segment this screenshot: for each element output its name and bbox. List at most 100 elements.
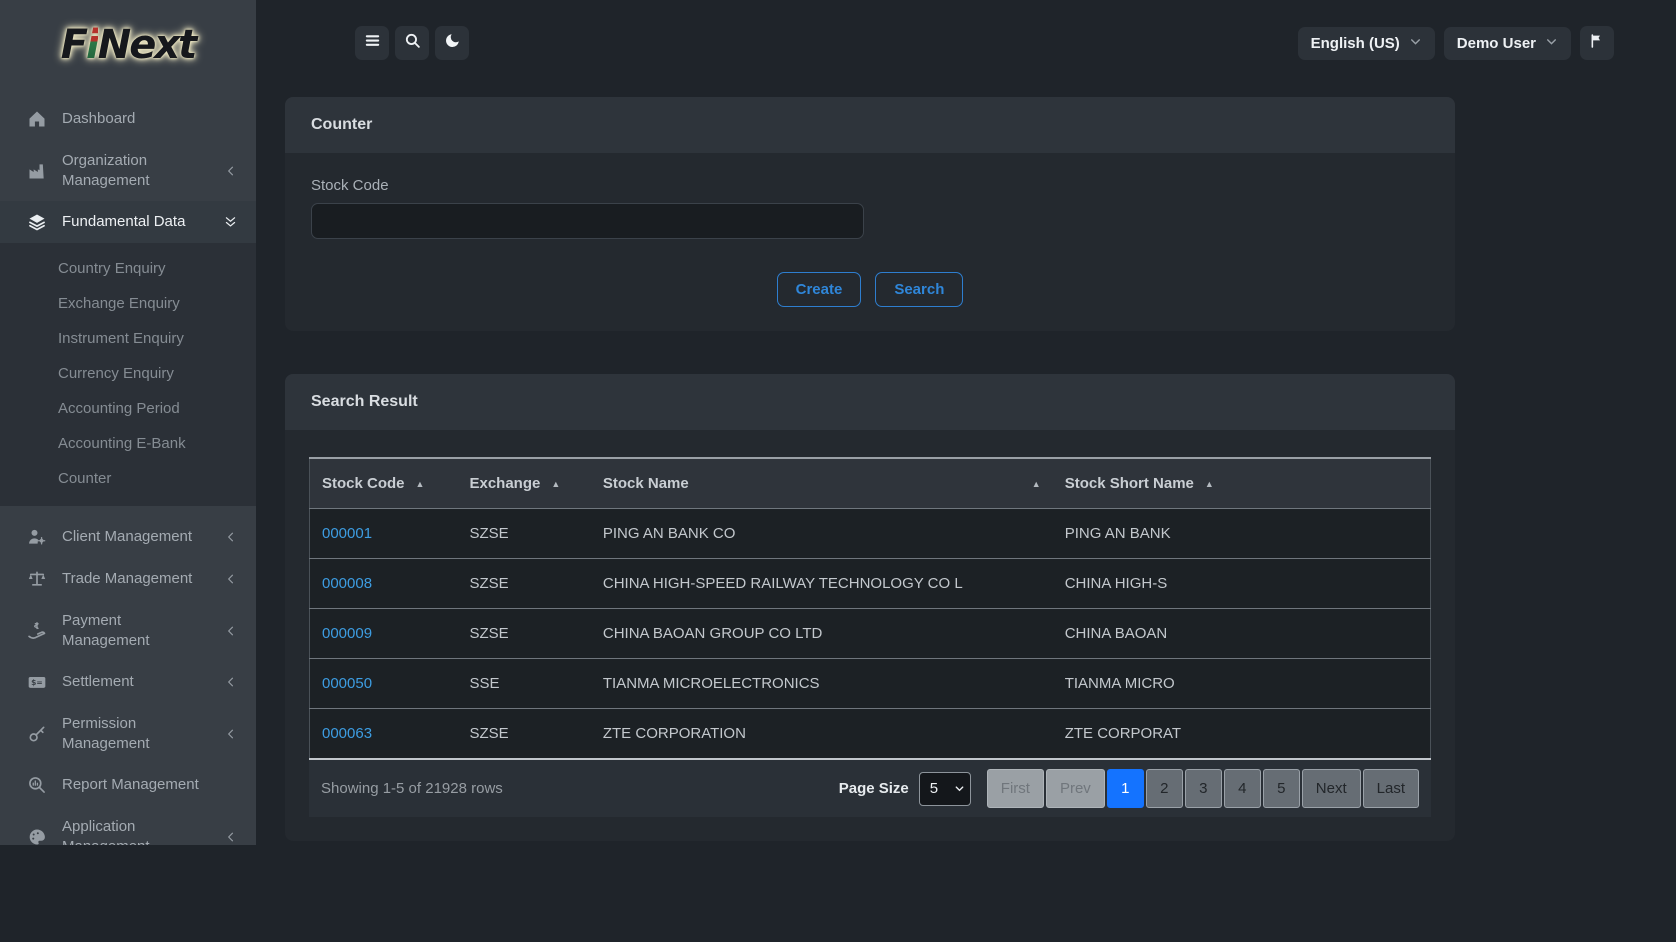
- dark-mode-button[interactable]: [435, 26, 469, 60]
- factory-icon: [27, 161, 47, 181]
- stock-name-cell: PING AN BANK CO: [591, 509, 1053, 559]
- stock-code-label: Stock Code: [311, 177, 1429, 194]
- sidebar-item-trade-management[interactable]: Trade Management: [0, 558, 256, 600]
- cash-card-icon: $=: [27, 672, 47, 692]
- page-prev-button[interactable]: Prev: [1046, 769, 1105, 808]
- exchange-cell: SSE: [457, 659, 590, 709]
- sidebar-item-settlement[interactable]: $= Settlement: [0, 661, 256, 703]
- search-result-body: Stock Code▲ Exchange▲ Stock Name▲ Stock …: [285, 430, 1455, 841]
- chevron-left-icon: [224, 624, 238, 638]
- counter-actions: Create Search: [311, 272, 1429, 307]
- user-dropdown[interactable]: Demo User: [1444, 27, 1571, 60]
- table-row: 000050 SSE TIANMA MICROELECTRONICS TIANM…: [310, 659, 1431, 709]
- sidebar-subitem-country-enquiry[interactable]: Country Enquiry: [0, 251, 256, 286]
- sort-asc-icon: ▲: [416, 479, 425, 489]
- key-icon: [27, 724, 47, 744]
- svg-text:$=: $=: [31, 678, 43, 687]
- table-row: 000001 SZSE PING AN BANK CO PING AN BANK: [310, 509, 1431, 559]
- topbar: English (US) Demo User: [256, 0, 1676, 60]
- create-button[interactable]: Create: [777, 272, 862, 307]
- stock-code-link[interactable]: 000009: [322, 625, 372, 642]
- stock-code-input[interactable]: [311, 203, 864, 239]
- hamburger-icon: [364, 32, 381, 54]
- layers-icon: [27, 212, 47, 232]
- sidebar-toggle-button[interactable]: [355, 26, 389, 60]
- palette-icon: [27, 827, 47, 846]
- sidebar-subitem-accounting-period[interactable]: Accounting Period: [0, 391, 256, 426]
- exchange-cell: SZSE: [457, 709, 590, 760]
- sidebar-item-application-management[interactable]: Application Management: [0, 806, 256, 845]
- stock-short-name-cell: CHINA BAOAN: [1053, 609, 1431, 659]
- sidebar-item-organization-management[interactable]: Organization Management: [0, 140, 256, 201]
- sidebar-item-permission-management[interactable]: Permission Management: [0, 703, 256, 764]
- column-header-stock-name[interactable]: Stock Name▲: [591, 458, 1053, 509]
- stock-code-link[interactable]: 000063: [322, 725, 372, 742]
- stock-name-cell: CHINA BAOAN GROUP CO LTD: [591, 609, 1053, 659]
- sidebar-subitem-instrument-enquiry[interactable]: Instrument Enquiry: [0, 321, 256, 356]
- sidebar-item-dashboard[interactable]: Dashboard: [0, 98, 256, 140]
- fundamental-data-submenu: Country Enquiry Exchange Enquiry Instrum…: [0, 243, 256, 506]
- sort-asc-icon: ▲: [551, 479, 560, 489]
- flag-icon: [1589, 33, 1605, 54]
- sidebar-subitem-counter[interactable]: Counter: [0, 461, 256, 496]
- row-count-status: Showing 1-5 of 21928 rows: [321, 780, 503, 797]
- stock-code-link[interactable]: 000050: [322, 675, 372, 692]
- search-button[interactable]: Search: [875, 272, 963, 307]
- chevron-down-icon: [1409, 35, 1422, 52]
- page-1-button[interactable]: 1: [1107, 769, 1144, 808]
- sort-asc-icon: ▲: [1205, 479, 1214, 489]
- results-table: Stock Code▲ Exchange▲ Stock Name▲ Stock …: [309, 457, 1431, 760]
- search-icon: [404, 32, 421, 54]
- moon-icon: [444, 32, 461, 54]
- chevron-double-down-icon: [223, 215, 238, 230]
- report-issue-button[interactable]: [1580, 26, 1614, 60]
- chevron-down-icon: [1545, 35, 1558, 52]
- sidebar-item-client-management[interactable]: Client Management: [0, 516, 256, 558]
- page-last-button[interactable]: Last: [1363, 769, 1419, 808]
- chevron-left-icon: [224, 530, 238, 544]
- stock-short-name-cell: CHINA HIGH-S: [1053, 559, 1431, 609]
- chevron-left-icon: [224, 830, 238, 844]
- search-result-panel-title: Search Result: [285, 374, 1455, 430]
- column-header-exchange[interactable]: Exchange▲: [457, 458, 590, 509]
- column-header-stock-code[interactable]: Stock Code▲: [310, 458, 458, 509]
- stock-code-link[interactable]: 000008: [322, 575, 372, 592]
- stock-short-name-cell: TIANMA MICRO: [1053, 659, 1431, 709]
- report-search-icon: [27, 775, 47, 795]
- global-search-button[interactable]: [395, 26, 429, 60]
- chevron-left-icon: [224, 727, 238, 741]
- table-row: 000063 SZSE ZTE CORPORATION ZTE CORPORAT: [310, 709, 1431, 760]
- sidebar-item-report-management[interactable]: Report Management: [0, 764, 256, 806]
- sidebar-item-payment-management[interactable]: Payment Management: [0, 600, 256, 661]
- page-next-button[interactable]: Next: [1302, 769, 1361, 808]
- stock-name-cell: ZTE CORPORATION: [591, 709, 1053, 760]
- user-gear-icon: [27, 527, 47, 547]
- page-3-button[interactable]: 3: [1185, 769, 1222, 808]
- page-5-button[interactable]: 5: [1263, 769, 1300, 808]
- column-header-stock-short-name[interactable]: Stock Short Name▲: [1053, 458, 1431, 509]
- exchange-cell: SZSE: [457, 609, 590, 659]
- stock-name-cell: TIANMA MICROELECTRONICS: [591, 659, 1053, 709]
- hand-dollar-icon: [27, 621, 47, 641]
- sidebar-subitem-accounting-e-bank[interactable]: Accounting E-Bank: [0, 426, 256, 461]
- stock-short-name-cell: ZTE CORPORAT: [1053, 709, 1431, 760]
- results-table-header-row: Stock Code▲ Exchange▲ Stock Name▲ Stock …: [310, 458, 1431, 509]
- language-dropdown[interactable]: English (US): [1298, 27, 1435, 60]
- stock-code-link[interactable]: 000001: [322, 525, 372, 542]
- table-row: 000008 SZSE CHINA HIGH-SPEED RAILWAY TEC…: [310, 559, 1431, 609]
- brand-logo[interactable]: FiNext: [0, 0, 256, 90]
- page-size-select-wrap: 5: [919, 772, 971, 806]
- sidebar-subitem-exchange-enquiry[interactable]: Exchange Enquiry: [0, 286, 256, 321]
- chevron-left-icon: [224, 164, 238, 178]
- stock-name-cell: CHINA HIGH-SPEED RAILWAY TECHNOLOGY CO L: [591, 559, 1053, 609]
- sidebar-subitem-currency-enquiry[interactable]: Currency Enquiry: [0, 356, 256, 391]
- pager: First Prev 1 2 3 4 5 Next Last: [987, 769, 1419, 808]
- page-first-button[interactable]: First: [987, 769, 1044, 808]
- page-2-button[interactable]: 2: [1146, 769, 1183, 808]
- page-size-select[interactable]: 5: [919, 772, 971, 806]
- topbar-right: English (US) Demo User: [1298, 26, 1614, 60]
- page-4-button[interactable]: 4: [1224, 769, 1261, 808]
- pagination-controls: Page Size 5 First Prev 1 2: [839, 769, 1419, 808]
- counter-panel-body: Stock Code Create Search: [285, 153, 1455, 331]
- sidebar-item-fundamental-data[interactable]: Fundamental Data: [0, 201, 256, 243]
